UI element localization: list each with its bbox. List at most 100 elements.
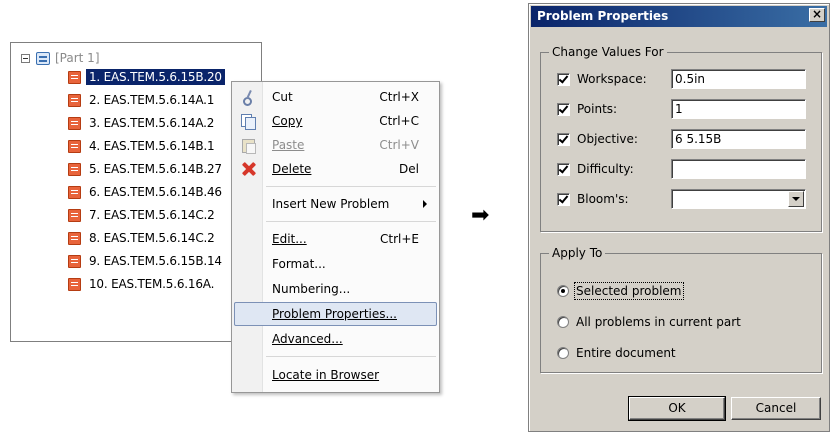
problem-icon — [68, 231, 81, 245]
difficulty-label: Difficulty: — [577, 162, 634, 176]
close-button[interactable]: × — [809, 8, 825, 22]
menu-label: Cut — [272, 90, 293, 104]
ok-button[interactable]: OK — [628, 396, 726, 421]
tree-item-label: 3. EAS.TEM.5.6.14A.2 — [89, 116, 215, 130]
selected-problem-radio[interactable] — [557, 285, 569, 297]
objective-field[interactable]: 6 5.15B — [671, 129, 806, 149]
menu-label: Format... — [272, 257, 326, 271]
tree-item-label: 7. EAS.TEM.5.6.14C.2 — [89, 208, 215, 222]
part-label: [Part 1] — [55, 51, 100, 65]
menu-label: Numbering... — [272, 282, 351, 296]
group-title: Apply To — [549, 246, 606, 260]
menu-label: Locate in Browser — [272, 368, 380, 382]
right-arrow-icon: ➡ — [471, 203, 490, 228]
copy-icon — [240, 113, 256, 130]
part-icon — [36, 51, 50, 65]
menu-item-delete[interactable]: Delete Del — [234, 157, 437, 181]
problem-icon — [68, 277, 81, 291]
tree-item-1[interactable]: 1. EAS.TEM.5.6.15B.20 — [68, 68, 225, 86]
tree-part-node[interactable]: [Part 1] — [21, 49, 100, 67]
menu-label: Paste — [272, 138, 305, 152]
problem-icon — [68, 162, 81, 176]
menu-label: Copy — [272, 114, 303, 128]
points-field[interactable]: 1 — [671, 99, 806, 119]
change-values-group: Change Values For Workspace: 0.5in Point… — [540, 45, 822, 232]
menu-label: Problem Properties... — [272, 307, 397, 321]
menu-item-insert-new-problem[interactable]: Insert New Problem — [234, 192, 437, 216]
entire-document-label[interactable]: Entire document — [576, 346, 676, 360]
difficulty-checkbox[interactable] — [557, 163, 570, 176]
all-problems-radio[interactable] — [557, 316, 569, 328]
menu-item-advanced[interactable]: Advanced... — [234, 327, 437, 351]
problem-icon — [68, 116, 81, 130]
menu-item-paste: Paste Ctrl+V — [234, 133, 437, 157]
difficulty-field[interactable] — [671, 159, 806, 179]
tree-item-5[interactable]: 5. EAS.TEM.5.6.14B.27 — [68, 160, 225, 178]
menu-item-edit[interactable]: Edit... Ctrl+E — [234, 227, 437, 251]
apply-to-group: Apply To Selected problem All problems i… — [540, 246, 822, 373]
all-problems-label[interactable]: All problems in current part — [576, 315, 741, 329]
tree-item-label: 1. EAS.TEM.5.6.15B.20 — [86, 69, 225, 85]
dialog-titlebar[interactable]: Problem Properties × — [531, 6, 827, 27]
tree-item-label: 9. EAS.TEM.5.6.15B.14 — [89, 254, 222, 268]
dialog-title: Problem Properties — [537, 9, 669, 23]
tree-item-label: 4. EAS.TEM.5.6.14B.1 — [89, 139, 215, 153]
menu-item-problem-properties[interactable]: Problem Properties... — [234, 302, 437, 326]
blooms-dropdown[interactable] — [671, 189, 806, 209]
tree-item-label: 8. EAS.TEM.5.6.14C.2 — [89, 231, 215, 245]
context-menu: Cut Ctrl+X Copy Ctrl+C Paste Ctrl+V Dele… — [231, 81, 440, 393]
menu-item-locate-in-browser[interactable]: Locate in Browser — [234, 363, 437, 387]
collapse-icon[interactable] — [21, 53, 30, 63]
menu-label: Edit... — [272, 232, 307, 246]
cancel-button[interactable]: Cancel — [731, 397, 821, 420]
dropdown-arrow-icon[interactable] — [788, 191, 804, 207]
menu-shortcut: Ctrl+C — [379, 114, 419, 128]
problem-icon — [68, 208, 81, 222]
delete-x-icon — [240, 161, 256, 177]
tree-item-3[interactable]: 3. EAS.TEM.5.6.14A.2 — [68, 114, 217, 132]
objective-checkbox[interactable] — [557, 133, 570, 146]
menu-shortcut: Ctrl+E — [380, 232, 419, 246]
menu-item-numbering[interactable]: Numbering... — [234, 277, 437, 301]
problem-properties-dialog: Problem Properties × Change Values For W… — [528, 3, 830, 432]
tree-item-7[interactable]: 7. EAS.TEM.5.6.14C.2 — [68, 206, 218, 224]
menu-label: Delete — [272, 162, 312, 176]
tree-item-8[interactable]: 8. EAS.TEM.5.6.14C.2 — [68, 229, 218, 247]
tree-item-9[interactable]: 9. EAS.TEM.5.6.15B.14 — [68, 252, 225, 270]
menu-item-copy[interactable]: Copy Ctrl+C — [234, 109, 437, 133]
tree-item-10[interactable]: 10. EAS.TEM.5.6.16A. — [68, 275, 217, 293]
menu-separator — [266, 221, 436, 222]
tree-item-label: 5. EAS.TEM.5.6.14B.27 — [89, 162, 222, 176]
menu-shortcut: Del — [399, 162, 419, 176]
tree-item-2[interactable]: 2. EAS.TEM.5.6.14A.1 — [68, 91, 217, 109]
objective-label: Objective: — [577, 132, 638, 146]
problem-icon — [68, 185, 81, 199]
problem-icon — [68, 139, 81, 153]
menu-separator — [266, 356, 436, 357]
menu-item-format[interactable]: Format... — [234, 252, 437, 276]
tree-item-label: 6. EAS.TEM.5.6.14B.46 — [89, 185, 222, 199]
blooms-label: Bloom's: — [577, 192, 629, 206]
tree-item-6[interactable]: 6. EAS.TEM.5.6.14B.46 — [68, 183, 225, 201]
tree-item-4[interactable]: 4. EAS.TEM.5.6.14B.1 — [68, 137, 217, 155]
blooms-checkbox[interactable] — [557, 193, 570, 206]
menu-item-cut[interactable]: Cut Ctrl+X — [234, 85, 437, 109]
tree-item-label: 10. EAS.TEM.5.6.16A. — [89, 277, 215, 291]
workspace-field[interactable]: 0.5in — [671, 69, 806, 89]
problem-icon — [68, 254, 81, 268]
scissors-icon — [240, 89, 256, 106]
tree-item-label: 2. EAS.TEM.5.6.14A.1 — [89, 93, 215, 107]
menu-label: Advanced... — [272, 332, 343, 346]
problem-icon — [68, 93, 81, 107]
problem-icon — [68, 70, 81, 84]
entire-document-radio[interactable] — [557, 347, 569, 359]
workspace-checkbox[interactable] — [557, 73, 570, 86]
paste-icon — [240, 137, 256, 154]
points-checkbox[interactable] — [557, 103, 570, 116]
menu-shortcut: Ctrl+V — [379, 138, 419, 152]
workspace-label: Workspace: — [577, 72, 647, 86]
menu-shortcut: Ctrl+X — [379, 90, 419, 104]
submenu-arrow-icon — [423, 200, 427, 208]
group-title: Change Values For — [549, 45, 667, 59]
selected-problem-label[interactable]: Selected problem — [574, 282, 684, 300]
